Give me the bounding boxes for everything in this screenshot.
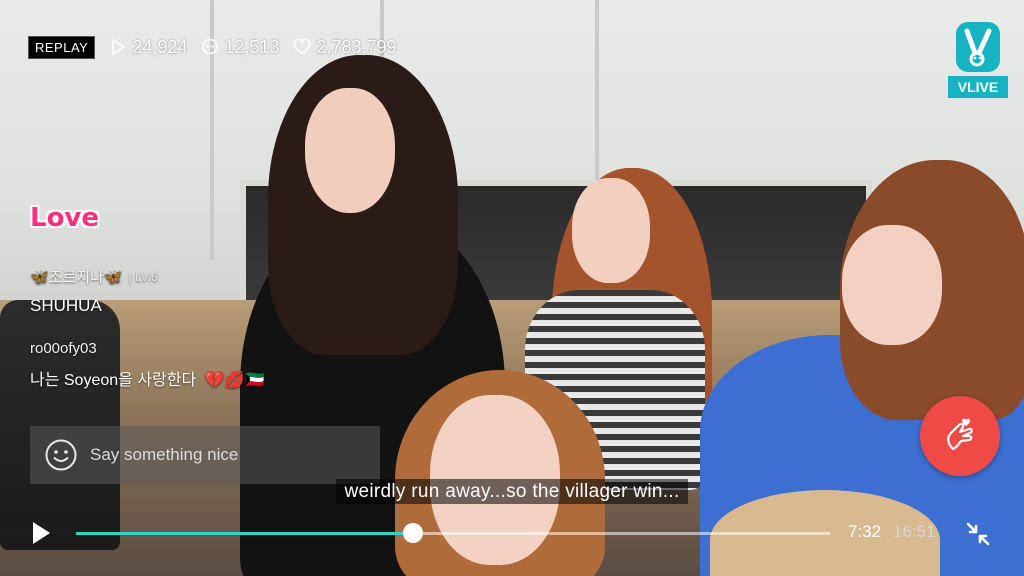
play-icon[interactable] [30,520,52,546]
seek-bar-progress [76,532,414,535]
comments-stat: 12,513 [201,37,279,58]
replay-badge: REPLAY [28,35,96,59]
current-time: 7:32 [848,522,882,541]
vlive-logo: VLIVE [948,22,1008,100]
comment-2-message: 나는 Soyeon을 사랑한다 💔💋🇰🇼 [30,366,264,390]
chat-bubble-icon [202,38,219,55]
person-2-face [572,178,650,283]
smiley-icon[interactable] [44,438,78,472]
finger-heart-icon [947,418,973,451]
comment-2-author: ro00ofy03 [30,340,97,357]
comment-username: 🦋조르지나🦋 [30,269,123,286]
subtitle-caption: weirdly run away...so the villager win..… [0,479,1024,504]
comment-emojis: 💔💋🇰🇼 [204,372,265,389]
office-chair [0,300,120,550]
comment-1-message: SHUHUA [30,296,102,315]
stats-bar: REPLAY 24,924 12,513 2,783,799 [28,34,397,60]
chat-input-bar[interactable] [30,426,380,484]
love-sticker: Love [30,203,100,233]
total-duration: 16:51 [893,522,936,541]
seek-bar-handle[interactable] [403,523,424,543]
comments-count: 12,513 [224,36,280,57]
views-stat: 24,924 [109,37,187,58]
seek-bar[interactable] [76,523,830,543]
play-outline-icon [112,39,126,55]
likes-stat: 2,783,799 [293,36,397,58]
likes-count: 2,783,799 [316,36,397,57]
person-3-face [842,225,942,345]
chat-input[interactable] [88,444,372,466]
comment-1-author: 🦋조르지나🦋 | LV.6 [30,266,158,287]
heart-outline-icon [294,38,311,55]
finger-heart-button[interactable] [920,396,1000,476]
person-1-face [305,88,395,213]
collapse-arrows-icon[interactable] [964,520,992,548]
subtitle-text: weirdly run away...so the villager win..… [336,479,688,504]
comment-text: 나는 Soyeon을 사랑한다 [30,372,197,389]
user-level-badge: | LV.6 [128,269,158,284]
vlive-mark-icon [956,22,1000,72]
vlive-logo-text: VLIVE [948,76,1008,98]
views-count: 24,924 [132,36,188,57]
